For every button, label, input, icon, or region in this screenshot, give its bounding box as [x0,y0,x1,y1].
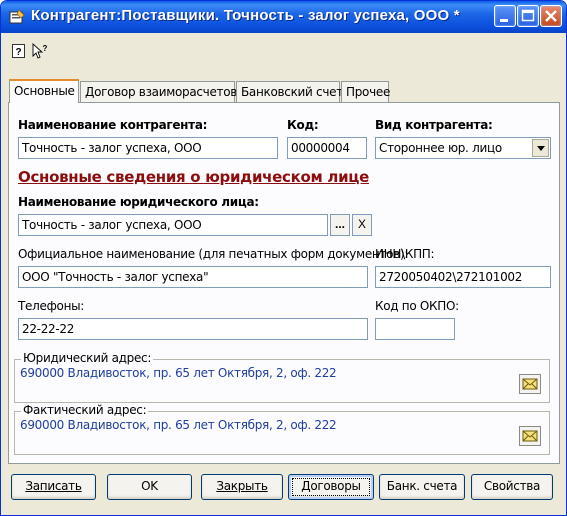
svg-text:?: ? [15,47,21,58]
help-button[interactable]: ? [11,43,27,59]
close-button[interactable]: Закрыть [201,474,283,500]
section-title: Основные сведения о юридическом лице [18,168,370,186]
focus-rectangle [292,478,370,496]
select-legal-entity-button[interactable]: ... [330,214,350,236]
chevron-down-icon[interactable] [532,139,549,157]
clear-legal-entity-button[interactable]: X [352,214,372,236]
svg-text:?: ? [43,44,48,53]
okpo-label: Код по ОКПО: [375,299,459,313]
legal-address-group: Юридический адрес: 690000 Владивосток, п… [14,351,550,403]
contracts-button[interactable]: Договоры [288,474,374,500]
tab-main[interactable]: Основные [9,79,79,103]
properties-button[interactable]: Свойства [471,474,553,500]
close-button-label: Закрыть [216,479,268,493]
legal-name-label: Наименование юридического лица: [18,195,259,209]
actual-address-value[interactable]: 690000 Владивосток, пр. 65 лет Октября, … [20,418,337,432]
type-select-value: Стороннее юр. лицо [379,141,502,155]
bank-accounts-button-label: Банк. счета [386,479,458,493]
actual-address-group: Фактический адрес: 690000 Владивосток, п… [14,403,550,455]
maximize-button[interactable] [517,5,539,27]
close-window-button[interactable] [540,5,562,27]
toolbar: ? ? [5,39,205,61]
close-icon [545,10,557,22]
edit-legal-address-button[interactable] [519,374,541,394]
minimize-button[interactable] [494,5,516,27]
code-label: Код: [287,118,319,132]
legal-address-label: Юридический адрес: [21,351,154,365]
properties-button-label: Свойства [483,479,541,493]
ellipsis-icon: ... [334,217,345,231]
whats-this-button[interactable]: ? [31,42,48,59]
phones-label: Телефоны: [18,299,85,313]
inn-field[interactable]: 2720050402\272101002 [375,266,551,288]
clear-icon: X [357,217,366,231]
name-label: Наименование контрагента: [18,118,208,132]
save-button-label: Записать [25,479,82,493]
form-icon [9,9,25,24]
counterparty-window: Контрагент:Поставщики. Точность - залог … [0,0,567,516]
tab-other[interactable]: Прочее [341,81,390,103]
code-field[interactable]: 00000004 [287,137,367,159]
okpo-field[interactable] [375,318,455,340]
envelope-icon [522,430,538,442]
maximize-icon [521,9,535,22]
ok-button[interactable]: OK [107,474,192,500]
window-title: Контрагент:Поставщики. Точность - залог … [31,7,460,24]
minimize-icon [500,19,508,22]
type-select[interactable]: Стороннее юр. лицо [375,137,551,159]
legal-address-value[interactable]: 690000 Владивосток, пр. 65 лет Октября, … [20,366,337,380]
legal-name-field[interactable]: Точность - залог успеха, ООО [18,214,328,236]
tab-bank-account[interactable]: Банковский счет [236,81,343,103]
phones-field[interactable]: 22-22-22 [18,318,368,340]
inn-label: ИНН\КПП: [375,247,435,261]
tab-strip: Основные Договор взаиморасчетов Банковск… [9,79,559,103]
title-bar[interactable]: Контрагент:Поставщики. Точность - залог … [1,1,566,33]
save-button[interactable]: Записать [11,474,96,500]
bank-accounts-button[interactable]: Банк. счета [379,474,465,500]
type-label: Вид контрагента: [375,118,493,132]
actual-address-label: Фактический адрес: [21,403,149,417]
edit-actual-address-button[interactable] [519,426,541,446]
official-name-field[interactable]: ООО "Точность - залог успеха" [18,266,368,288]
help-icon: ? [12,44,25,58]
official-name-label: Официальное наименование (для печатных ф… [18,247,409,261]
envelope-icon [522,378,538,390]
tab-contract[interactable]: Договор взаиморасчетов [80,81,237,103]
name-field[interactable]: Точность - залог успеха, ООО [18,137,278,159]
whats-this-icon: ? [32,42,48,59]
ok-button-label: OK [141,479,158,493]
